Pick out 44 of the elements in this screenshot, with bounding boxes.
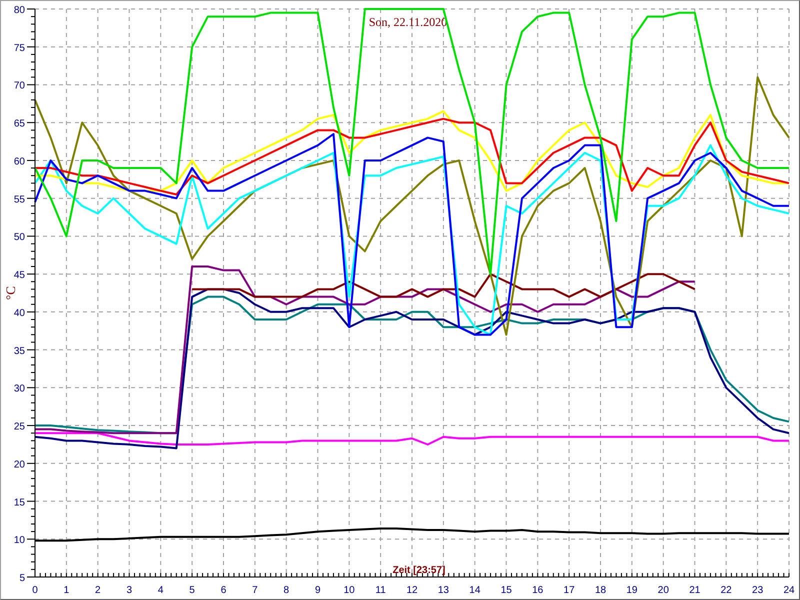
axis-label: 13 bbox=[438, 585, 449, 596]
axis-label: 75 bbox=[14, 42, 25, 54]
axis-label: 1 bbox=[64, 585, 70, 596]
axis-label: 80 bbox=[14, 5, 25, 16]
axis-label: 24 bbox=[783, 585, 795, 596]
axis-label: 15 bbox=[500, 585, 512, 596]
chart-title: Son, 22.11.2020 bbox=[368, 15, 448, 29]
axis-label: 10 bbox=[14, 535, 25, 546]
axis-label: 12 bbox=[406, 585, 418, 596]
axis-label: 19 bbox=[626, 585, 638, 596]
axis-label: 5 bbox=[19, 573, 25, 584]
axis-label: 4 bbox=[158, 585, 164, 596]
axis-label: 5 bbox=[189, 585, 195, 596]
axis-label: 8 bbox=[284, 585, 290, 596]
axis-label: 35 bbox=[14, 346, 25, 357]
axis-label: 55 bbox=[14, 194, 25, 206]
axis-label: 3 bbox=[126, 585, 132, 596]
axis-label: 2 bbox=[95, 585, 101, 596]
axis-label: 65 bbox=[14, 118, 25, 130]
axis-label: 50 bbox=[14, 232, 25, 244]
axis-label: 0 bbox=[32, 585, 38, 596]
axis-label: 10 bbox=[344, 585, 355, 596]
axis-title: Zeit [23:57] bbox=[392, 565, 446, 576]
axis-label: 25 bbox=[14, 422, 25, 433]
axis-label: 11 bbox=[375, 585, 386, 596]
axis-label: 40 bbox=[14, 308, 25, 319]
axis-label: 15 bbox=[14, 497, 25, 508]
axis-label: 6 bbox=[220, 585, 226, 596]
axis-label: 20 bbox=[14, 459, 25, 470]
axis-label: 16 bbox=[532, 585, 544, 596]
axis-label: 7 bbox=[252, 585, 258, 596]
axis-label: 9 bbox=[314, 585, 321, 596]
axis-label: 23 bbox=[752, 585, 764, 596]
axis-label: 18 bbox=[594, 585, 606, 596]
axis-label: 21 bbox=[689, 585, 700, 596]
axis-label: 17 bbox=[564, 585, 575, 596]
axis-label: 60 bbox=[14, 156, 25, 168]
axis-label: 70 bbox=[14, 80, 25, 92]
axis-title: °C bbox=[3, 286, 18, 300]
axis-label: 20 bbox=[658, 585, 669, 596]
axis-label: 14 bbox=[469, 585, 480, 596]
axis-label: 30 bbox=[14, 384, 25, 395]
axis-label: 45 bbox=[14, 270, 25, 282]
axis-label: 22 bbox=[720, 585, 732, 596]
